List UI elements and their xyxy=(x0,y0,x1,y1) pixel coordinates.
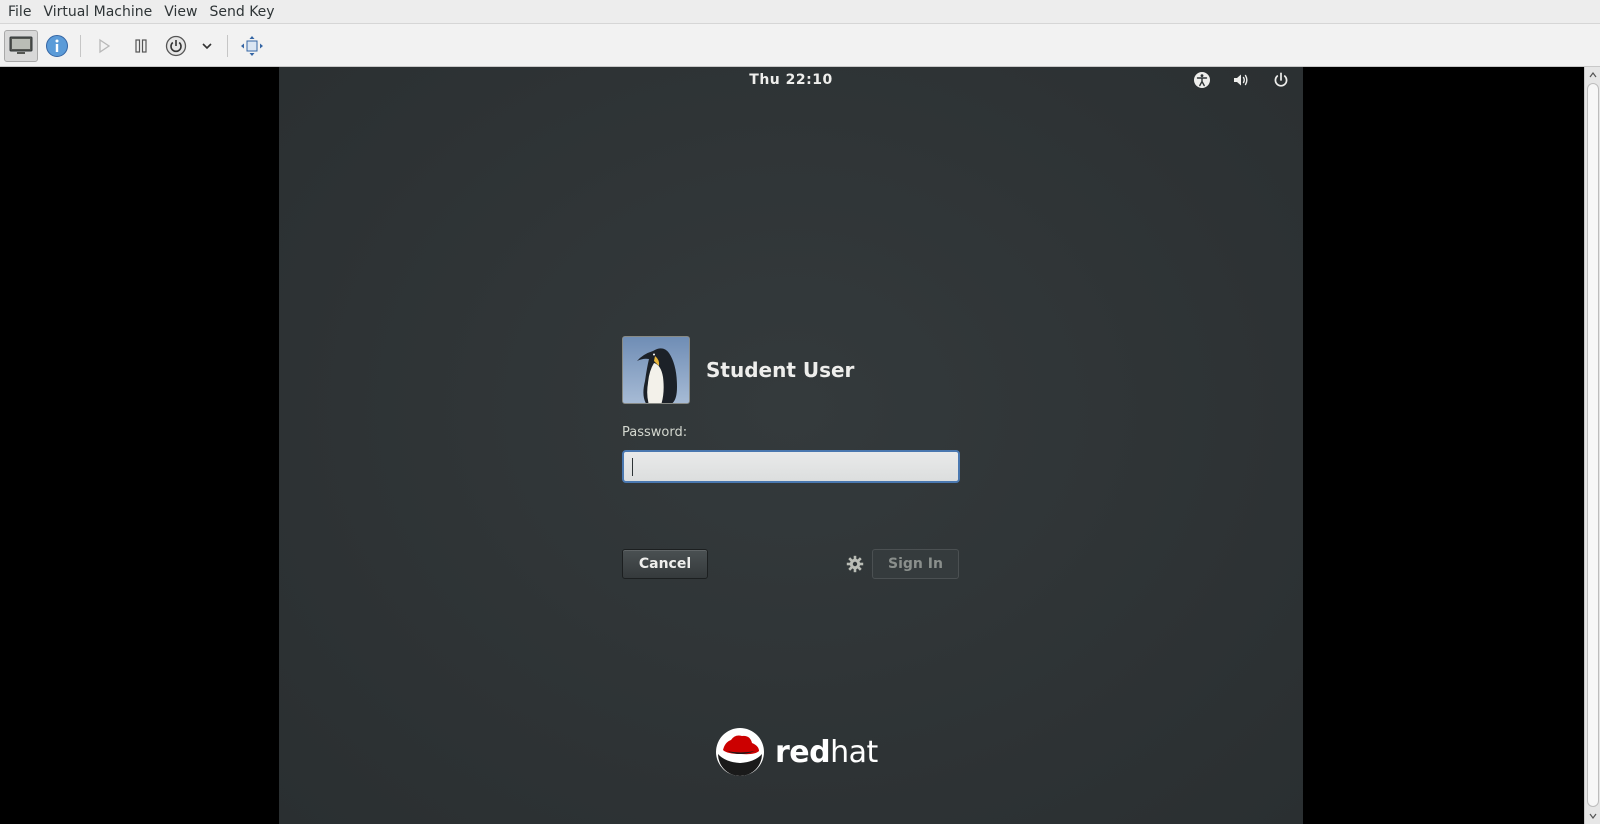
console-icon xyxy=(9,36,33,54)
clock[interactable]: Thu 22:10 xyxy=(279,72,1303,88)
scroll-up-button[interactable] xyxy=(1587,69,1599,81)
redhat-wordmark: redhat xyxy=(775,734,878,770)
penguin-avatar-icon xyxy=(623,337,689,403)
volume-button[interactable] xyxy=(1231,70,1251,90)
vertical-scrollbar[interactable] xyxy=(1584,67,1600,824)
menu-file[interactable]: File xyxy=(2,0,37,24)
console-button[interactable] xyxy=(4,30,38,62)
accessibility-button[interactable] xyxy=(1192,70,1212,90)
user-entry: Student User xyxy=(622,336,854,404)
gear-icon xyxy=(846,555,864,573)
chevron-down-icon xyxy=(202,43,212,50)
password-label: Password: xyxy=(622,425,688,440)
volume-icon xyxy=(1234,74,1248,86)
redhat-shadowman-icon xyxy=(716,728,764,776)
toolbar-separator xyxy=(80,35,81,57)
fullscreen-icon xyxy=(241,36,263,56)
password-field[interactable] xyxy=(622,450,960,483)
scrollbar-thumb[interactable] xyxy=(1587,83,1599,807)
chevron-down-icon xyxy=(1589,813,1597,819)
redhat-logo: redhat xyxy=(715,727,878,777)
shutdown-icon xyxy=(165,35,187,57)
details-icon xyxy=(46,35,68,57)
accessibility-icon xyxy=(1194,72,1210,88)
menu-send-key[interactable]: Send Key xyxy=(203,0,280,24)
toolbar xyxy=(0,24,1600,67)
pause-button[interactable] xyxy=(127,30,155,62)
run-button[interactable] xyxy=(90,30,118,62)
chevron-up-icon xyxy=(1589,72,1597,78)
run-icon xyxy=(99,38,111,54)
shutdown-menu-button[interactable] xyxy=(198,30,216,62)
scroll-down-button[interactable] xyxy=(1587,810,1599,822)
power-menu-button[interactable] xyxy=(1271,70,1291,90)
user-name: Student User xyxy=(706,358,855,382)
toolbar-separator xyxy=(227,35,228,57)
power-icon xyxy=(1274,72,1288,87)
session-settings-button[interactable] xyxy=(846,555,864,573)
cancel-button[interactable]: Cancel xyxy=(622,549,708,579)
sign-in-button[interactable]: Sign In xyxy=(872,549,959,579)
pause-icon xyxy=(135,39,147,53)
fullscreen-button[interactable] xyxy=(238,30,266,62)
shutdown-button[interactable] xyxy=(162,30,190,62)
details-button[interactable] xyxy=(42,30,72,62)
menu-bar: File Virtual Machine View Send Key xyxy=(0,0,1600,24)
login-screen: Thu 22:10 Student User Password: Cancel … xyxy=(279,67,1303,824)
text-cursor xyxy=(632,458,633,476)
menu-virtual-machine[interactable]: Virtual Machine xyxy=(37,0,158,24)
vm-display[interactable]: Thu 22:10 Student User Password: Cancel … xyxy=(0,67,1584,824)
menu-view[interactable]: View xyxy=(158,0,203,24)
user-avatar xyxy=(622,336,690,404)
